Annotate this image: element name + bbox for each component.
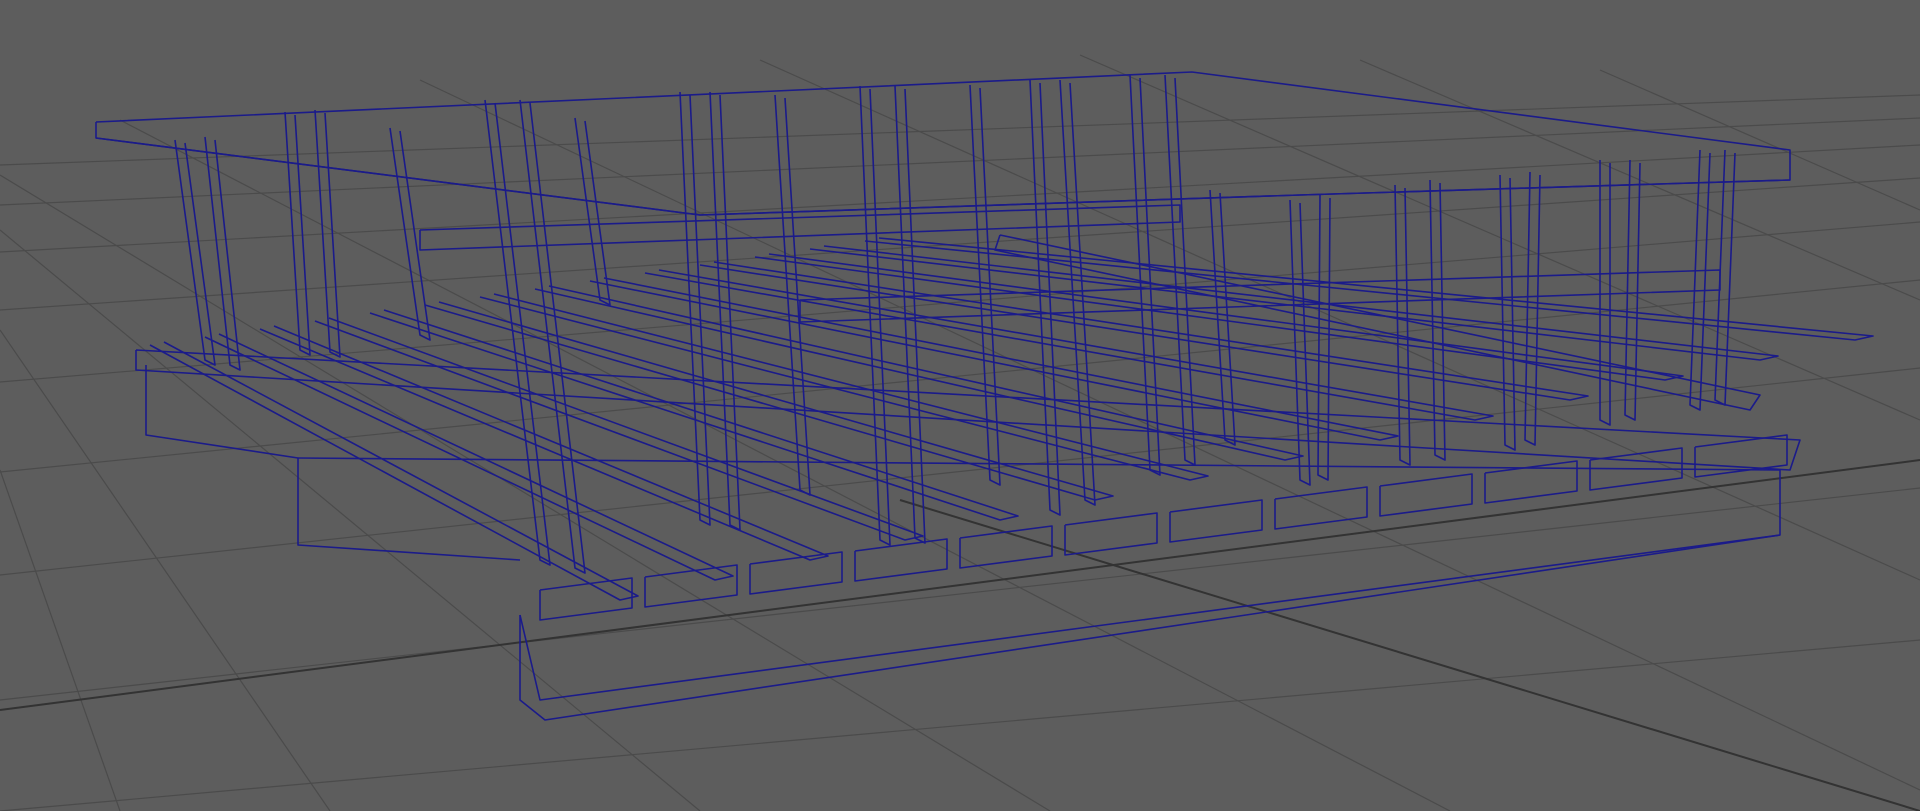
- support-post-3[interactable]: [284, 111, 311, 356]
- support-post-27[interactable]: [1624, 159, 1641, 421]
- support-post-5[interactable]: [389, 127, 431, 341]
- drawer-front-3[interactable]: [749, 551, 843, 595]
- drawer-front-9[interactable]: [1379, 473, 1473, 517]
- drawer-front-8[interactable]: [1274, 486, 1368, 530]
- support-post-17[interactable]: [1129, 74, 1161, 476]
- 3d-viewport[interactable]: [0, 0, 1920, 811]
- drawer-front-6[interactable]: [1064, 512, 1158, 556]
- drawer-front-7[interactable]: [1169, 499, 1263, 543]
- support-post-9[interactable]: [679, 91, 711, 526]
- z-axis-line: [899, 499, 1920, 811]
- support-post-8[interactable]: [574, 117, 611, 306]
- floor-slat-1[interactable]: [149, 341, 639, 601]
- support-post-24[interactable]: [1499, 174, 1516, 451]
- drawer-front-5[interactable]: [959, 525, 1053, 569]
- support-post-23[interactable]: [1429, 179, 1446, 461]
- support-post-28[interactable]: [1689, 149, 1711, 411]
- wireframe-model[interactable]: [95, 71, 1874, 721]
- drawer-front-4[interactable]: [854, 538, 948, 582]
- support-post-29[interactable]: [1714, 149, 1736, 406]
- top-shelf[interactable]: [95, 71, 1791, 216]
- viewport-canvas[interactable]: [0, 0, 1920, 811]
- floor-slat-4[interactable]: [314, 317, 924, 541]
- support-post-21[interactable]: [1317, 194, 1331, 481]
- floor-slat-14[interactable]: [864, 237, 1874, 341]
